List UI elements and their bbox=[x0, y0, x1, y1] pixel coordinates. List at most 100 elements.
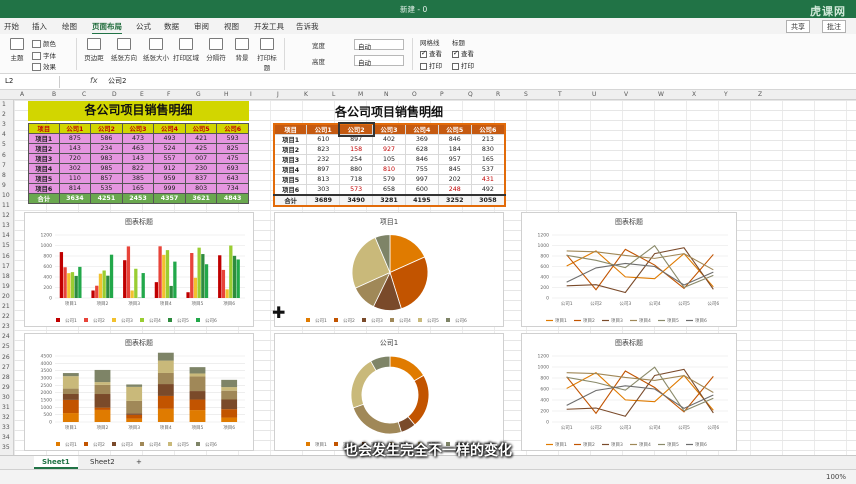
bar[interactable] bbox=[232, 255, 237, 298]
bar[interactable] bbox=[109, 254, 114, 298]
stacked-bar-segment[interactable] bbox=[157, 372, 174, 385]
table-cell[interactable]: 105 bbox=[372, 154, 406, 165]
table-cell[interactable]: 846 bbox=[404, 154, 439, 165]
bar[interactable] bbox=[102, 270, 106, 298]
row-header[interactable]: 25 bbox=[2, 343, 10, 350]
table-cell[interactable]: 825 bbox=[216, 143, 249, 154]
table-cell[interactable]: 897 bbox=[339, 134, 374, 145]
stacked-bar-segment[interactable] bbox=[94, 394, 111, 408]
bar[interactable] bbox=[162, 254, 166, 298]
table-cell[interactable]: 912 bbox=[153, 163, 186, 174]
table-cell[interactable]: 718 bbox=[339, 174, 374, 185]
table-cell[interactable]: 658 bbox=[372, 184, 406, 196]
bar[interactable] bbox=[154, 282, 159, 298]
table-cell[interactable]: 810 bbox=[372, 164, 406, 175]
bar[interactable] bbox=[126, 246, 131, 298]
print-titles-button[interactable]: 打印标题 bbox=[256, 38, 278, 72]
row-header[interactable]: 2 bbox=[2, 111, 6, 118]
row-header[interactable]: 5 bbox=[2, 141, 6, 148]
table-cell[interactable]: 610 bbox=[306, 134, 341, 145]
table-cell[interactable]: 公司5 bbox=[437, 123, 472, 135]
column-header[interactable]: M bbox=[358, 91, 363, 98]
column-header[interactable]: B bbox=[52, 91, 56, 98]
tab-9[interactable]: 告诉我 bbox=[296, 21, 319, 32]
table-cell[interactable]: 项目6 bbox=[273, 184, 308, 196]
table-cell[interactable]: 573 bbox=[339, 184, 374, 196]
table-cell[interactable]: 3058 bbox=[470, 194, 506, 207]
stacked-bar-segment[interactable] bbox=[94, 384, 111, 395]
row-header[interactable]: 1 bbox=[2, 101, 6, 108]
stacked-bar-segment[interactable] bbox=[221, 387, 238, 391]
stacked-bar-segment[interactable] bbox=[189, 376, 206, 392]
table-cell[interactable]: 公司1 bbox=[58, 123, 92, 134]
pie-slice[interactable] bbox=[389, 355, 425, 382]
table-cell[interactable]: 项目2 bbox=[28, 143, 60, 154]
column-header[interactable]: Q bbox=[468, 91, 473, 98]
bar[interactable] bbox=[204, 264, 209, 298]
table2[interactable]: 项目 公司1 公司2 公司3 公司4 公司5 公司6 项目1 610 897 402 369 846 21… bbox=[273, 122, 506, 207]
series-line[interactable] bbox=[566, 248, 714, 291]
table1[interactable]: 项目 公司1 公司2 公司3 公司4 公司5 公司6 项目1 875 586 473 493 421 59… bbox=[28, 123, 249, 204]
margins-button[interactable]: 页边距 bbox=[82, 38, 106, 62]
headings-print-checkbox[interactable]: 打印 bbox=[452, 60, 474, 70]
row-header[interactable]: 22 bbox=[2, 313, 10, 320]
row-header[interactable]: 13 bbox=[2, 222, 10, 229]
column-header[interactable]: C bbox=[82, 91, 86, 98]
table-cell[interactable]: 303 bbox=[306, 184, 341, 196]
background-button[interactable]: 背景 bbox=[232, 38, 252, 62]
column-header[interactable]: G bbox=[196, 91, 201, 98]
stacked-bar-segment[interactable] bbox=[221, 399, 238, 410]
column-header[interactable]: V bbox=[624, 91, 628, 98]
table-cell[interactable]: 202 bbox=[437, 174, 472, 185]
table-cell[interactable]: 213 bbox=[470, 134, 506, 145]
table-cell[interactable]: 927 bbox=[372, 144, 406, 155]
stacked-bar-segment[interactable] bbox=[157, 352, 174, 361]
table-cell[interactable]: 公司4 bbox=[404, 123, 439, 135]
print-area-button[interactable]: 打印区域 bbox=[172, 38, 200, 62]
stacked-bar-segment[interactable] bbox=[189, 399, 206, 411]
row-header[interactable]: 32 bbox=[2, 414, 10, 421]
column-header[interactable]: W bbox=[658, 91, 664, 98]
row-header[interactable]: 3 bbox=[2, 121, 6, 128]
table-cell[interactable]: 184 bbox=[437, 144, 472, 155]
row-header[interactable]: 20 bbox=[2, 293, 10, 300]
table-cell[interactable]: 421 bbox=[184, 133, 218, 144]
bar[interactable] bbox=[130, 290, 134, 298]
gridlines-view-checkbox[interactable]: 查看 bbox=[420, 48, 442, 58]
stacked-bar-segment[interactable] bbox=[62, 373, 79, 377]
zoom-level[interactable]: 100% bbox=[826, 473, 846, 481]
table-cell[interactable]: 837 bbox=[184, 173, 218, 184]
formula-input[interactable]: 公司2 bbox=[108, 76, 126, 86]
column-header[interactable]: L bbox=[332, 91, 335, 98]
table-cell[interactable]: 合计 bbox=[273, 194, 308, 207]
series-line[interactable] bbox=[566, 250, 714, 271]
table-cell[interactable]: 232 bbox=[306, 154, 341, 165]
row-header[interactable]: 26 bbox=[2, 354, 10, 361]
table-cell[interactable]: 项目3 bbox=[28, 153, 60, 164]
pie-slice[interactable] bbox=[352, 403, 402, 435]
table-cell[interactable]: 999 bbox=[153, 183, 186, 194]
bar[interactable] bbox=[106, 275, 110, 298]
stacked-bar-segment[interactable] bbox=[189, 367, 206, 374]
table-cell[interactable]: 公司3 bbox=[121, 123, 155, 134]
table-cell[interactable]: 643 bbox=[216, 173, 249, 184]
table-cell[interactable]: 3634 bbox=[58, 193, 92, 204]
stacked-bar-segment[interactable] bbox=[221, 379, 238, 388]
column-header[interactable]: A bbox=[20, 91, 24, 98]
table-cell[interactable]: 524 bbox=[153, 143, 186, 154]
table-cell[interactable]: 007 bbox=[184, 153, 218, 164]
pie-slice[interactable] bbox=[350, 360, 377, 409]
line-chart[interactable]: 图表标题 0 200 400 600 800 1000 1200 公司1 公司2 公司3 公司4 公司… bbox=[521, 212, 737, 327]
line-chart-2[interactable]: 图表标题 0 200 400 600 800 1000 1200 公司1 公司2 公司3 公司4 公司… bbox=[521, 333, 737, 451]
table-cell[interactable]: 165 bbox=[121, 183, 155, 194]
stacked-bar-segment[interactable] bbox=[62, 399, 79, 414]
table-cell[interactable]: 997 bbox=[404, 174, 439, 185]
column-header[interactable]: N bbox=[384, 91, 389, 98]
table-cell[interactable]: 385 bbox=[121, 173, 155, 184]
row-header[interactable]: 27 bbox=[2, 364, 10, 371]
table-cell[interactable]: 693 bbox=[216, 163, 249, 174]
bar[interactable] bbox=[193, 277, 198, 298]
table-cell[interactable]: 项目4 bbox=[273, 164, 308, 175]
table-cell[interactable]: 165 bbox=[470, 154, 506, 165]
table-cell[interactable]: 845 bbox=[437, 164, 472, 175]
